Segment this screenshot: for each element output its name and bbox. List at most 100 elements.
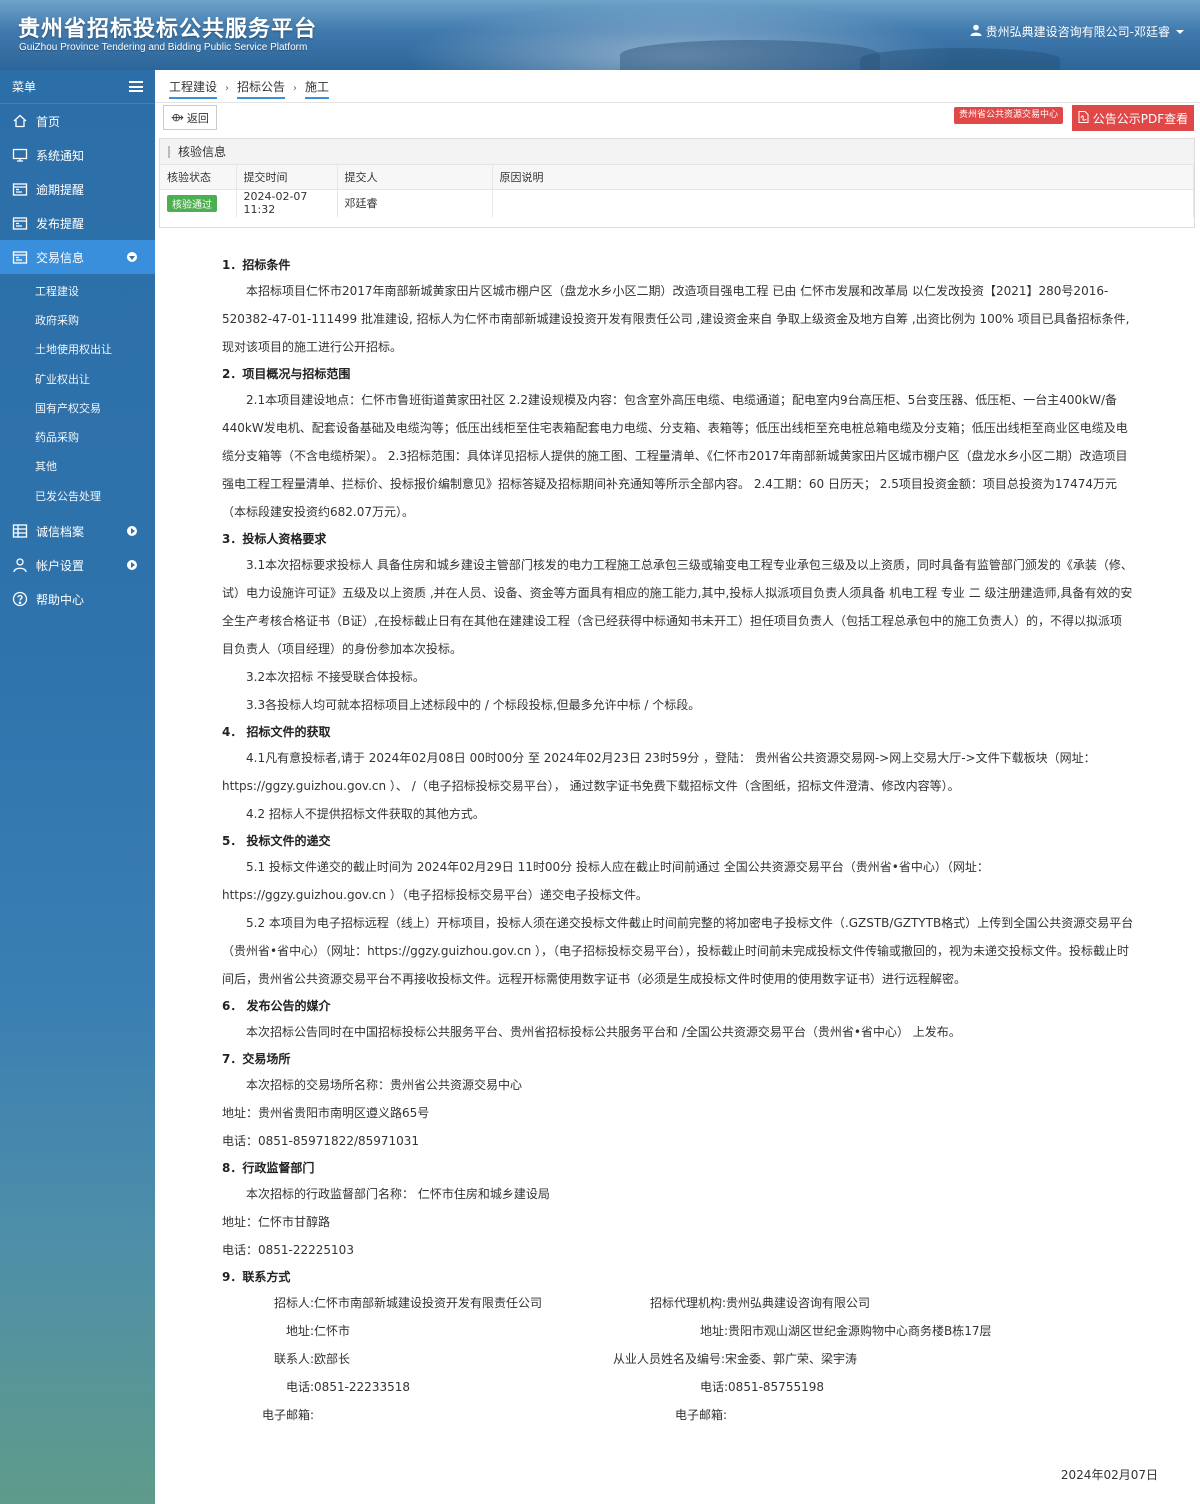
chevron-right-icon: › bbox=[225, 82, 230, 94]
agency-name: 招标代理机构:贵州弘典建设咨询有限公司 bbox=[650, 1296, 871, 1310]
status-badge: 核验通过 bbox=[167, 194, 217, 212]
reason-cell bbox=[492, 189, 1194, 217]
column-header: 提交人 bbox=[337, 165, 493, 190]
chevron-right-icon: › bbox=[293, 82, 298, 94]
submenu-item-engineering[interactable]: 工程建设 bbox=[0, 276, 155, 305]
submenu-item-land-transfer[interactable]: 土地使用权出让 bbox=[0, 335, 155, 364]
calendar-icon bbox=[12, 215, 28, 231]
paragraph: 3.1本次招标要求投标人 具备住房和城乡建设主管部门核发的电力工程施工总承包三级… bbox=[222, 558, 1133, 656]
sidebar-item-label: 诚信档案 bbox=[36, 524, 85, 539]
sidebar-item-label: 帮助中心 bbox=[36, 592, 85, 607]
paragraph: 3.3各投标人均可就本招标项目上述标段中的 / 个标段投标,但最多允许中标 / … bbox=[246, 698, 701, 712]
back-button-label: 返回 bbox=[186, 111, 209, 125]
contact-row: 地址:仁怀市 地址:贵阳市观山湖区世纪金源购物中心商务楼B栋17层 bbox=[222, 1317, 1134, 1345]
tenderer-phone: 电话:0851-22233518 bbox=[286, 1380, 410, 1394]
site-title: 贵州省招标投标公共服务平台 bbox=[18, 17, 318, 42]
notice-date: 2024年02月07日 bbox=[1060, 1468, 1158, 1482]
paragraph: 地址：仁怀市甘醇路 bbox=[222, 1215, 331, 1229]
sidebar-item-label: 发布提醒 bbox=[36, 216, 85, 231]
paragraph: 本次招标公告同时在中国招标投标公共服务平台、贵州省招标投标公共服务平台和 /全国… bbox=[246, 1025, 961, 1039]
hamburger-menu-icon[interactable] bbox=[129, 81, 143, 92]
pdf-view-button[interactable]: 公告公示PDF查看 bbox=[1072, 105, 1194, 131]
calendar-icon bbox=[12, 249, 28, 265]
pdf-button-label: 公告公示PDF查看 bbox=[1092, 111, 1189, 126]
section-title: 1．招标条件 bbox=[222, 258, 291, 272]
submenu-item-published-notices[interactable]: 已发公告处理 bbox=[0, 481, 155, 510]
submenu-item-other[interactable]: 其他 bbox=[0, 452, 155, 481]
header-background-hill bbox=[860, 48, 1060, 70]
agency-phone: 电话:0851-85755198 bbox=[700, 1380, 824, 1394]
column-header: 提交时间 bbox=[236, 165, 338, 190]
breadcrumb-item[interactable]: 工程建设 bbox=[169, 78, 218, 99]
user-name: 贵州弘典建设咨询有限公司-邓廷睿 bbox=[985, 25, 1170, 39]
help-icon bbox=[12, 591, 28, 607]
submenu-item-state-property[interactable]: 国有产权交易 bbox=[0, 393, 155, 422]
table-header-row: 核验状态 提交时间 提交人 原因说明 bbox=[160, 165, 1194, 190]
agency-address: 地址:贵阳市观山湖区世纪金源购物中心商务楼B栋17层 bbox=[700, 1324, 992, 1338]
sidebar-item-trade-info[interactable]: 交易信息 bbox=[0, 240, 155, 274]
breadcrumb-item[interactable]: 施工 bbox=[305, 78, 330, 99]
paragraph: 2.1本项目建设地点：仁怀市鲁班街道黄家田社区 2.2建设规模及内容：包含室外高… bbox=[222, 393, 1128, 519]
paragraph: 电话：0851-85971822/85971031 bbox=[222, 1134, 420, 1148]
sidebar-title: 菜单 bbox=[12, 80, 37, 94]
site-subtitle: GuiZhou Province Tendering and Bidding P… bbox=[19, 42, 308, 53]
sidebar-item-label: 系统通知 bbox=[36, 148, 85, 163]
paragraph: 地址：贵州省贵阳市南明区遵义路65号 bbox=[222, 1106, 430, 1120]
breadcrumb-item[interactable]: 招标公告 bbox=[237, 78, 286, 99]
sidebar-item-publish-reminder[interactable]: 发布提醒 bbox=[0, 206, 155, 240]
table-row: 核验通过 2024-02-07 11:32 邓廷睿 bbox=[160, 189, 1194, 217]
sidebar-item-help-center[interactable]: 帮助中心 bbox=[0, 582, 155, 616]
section-title: 7．交易场所 bbox=[222, 1052, 291, 1066]
sidebar-item-credit-archive[interactable]: 诚信档案 bbox=[0, 514, 155, 548]
sidebar: 菜单 首页 系统通知 逾期提醒 发布提醒 交易信息 工程建设 政府采购 土地使用… bbox=[0, 70, 155, 1504]
back-button[interactable]: ⟴ 返回 bbox=[163, 105, 217, 130]
sidebar-item-account-settings[interactable]: 帐户设置 bbox=[0, 548, 155, 582]
calendar-icon bbox=[12, 181, 28, 197]
main-content: 工程建设 › 招标公告 › 施工 ⟴ 返回 贵州省公共资源交易中心 公告公示PD… bbox=[155, 70, 1200, 1504]
paragraph: 4.1凡有意投标者,请于 2024年02月08日 00时00分 至 2024年0… bbox=[222, 751, 1096, 793]
section-title: 6． 发布公告的媒介 bbox=[222, 999, 331, 1013]
submenu-item-gov-procurement[interactable]: 政府采购 bbox=[0, 305, 155, 334]
sidebar-item-home[interactable]: 首页 bbox=[0, 104, 155, 138]
tenderer-email: 电子邮箱: bbox=[262, 1408, 315, 1422]
tenderer-name: 招标人:仁怀市南部新城建设投资开发有限责任公司 bbox=[274, 1296, 543, 1310]
section-title: 2．项目概况与招标范围 bbox=[222, 367, 351, 381]
section-title: 4． 招标文件的获取 bbox=[222, 725, 331, 739]
source-badge: 贵州省公共资源交易中心 bbox=[954, 107, 1064, 124]
top-header: 贵州省招标投标公共服务平台 GuiZhou Province Tendering… bbox=[0, 0, 1200, 70]
paragraph: 3.2本次招标 不接受联合体投标。 bbox=[246, 670, 425, 684]
paragraph: 5.1 投标文件递交的截止时间为 2024年02月29日 11时00分 投标人应… bbox=[222, 860, 989, 902]
chevron-right-icon bbox=[127, 560, 137, 571]
pdf-file-icon bbox=[1078, 110, 1089, 126]
verify-panel-header: 核验信息 bbox=[160, 139, 1194, 165]
sidebar-item-label: 帐户设置 bbox=[36, 558, 85, 573]
submit-time-cell: 2024-02-07 11:32 bbox=[236, 189, 338, 217]
agency-staff: 从业人员姓名及编号:宋金委、郭广荣、梁宇涛 bbox=[613, 1352, 858, 1366]
chevron-right-icon bbox=[127, 526, 137, 537]
contact-row: 联系人:欧部长 从业人员姓名及编号:宋金委、郭广荣、梁宇涛 bbox=[222, 1345, 1134, 1373]
sidebar-item-system-notice[interactable]: 系统通知 bbox=[0, 138, 155, 172]
column-header: 核验状态 bbox=[160, 165, 237, 190]
back-arrow-icon: ⟴ bbox=[171, 111, 184, 124]
sidebar-item-overdue-reminder[interactable]: 逾期提醒 bbox=[0, 172, 155, 206]
section-title: 3．投标人资格要求 bbox=[222, 532, 327, 546]
tenderer-contact: 联系人:欧部长 bbox=[274, 1352, 351, 1366]
home-icon bbox=[12, 113, 28, 129]
verify-table: 核验状态 提交时间 提交人 原因说明 核验通过 2024-02-07 11:32… bbox=[160, 165, 1194, 217]
contact-row: 电话:0851-22233518 电话:0851-85755198 bbox=[222, 1373, 1134, 1401]
user-menu[interactable]: 贵州弘典建设咨询有限公司-邓廷睿 bbox=[970, 23, 1184, 40]
user-icon bbox=[12, 557, 28, 573]
sidebar-header: 菜单 bbox=[0, 70, 155, 104]
monitor-icon bbox=[12, 147, 28, 163]
verify-panel: 核验信息 核验状态 提交时间 提交人 原因说明 核验通过 2024-02-07 … bbox=[159, 138, 1195, 228]
agency-email: 电子邮箱: bbox=[675, 1408, 728, 1422]
divider bbox=[155, 102, 1200, 103]
paragraph: 4.2 招标人不提供招标文件获取的其他方式。 bbox=[246, 807, 485, 821]
sidebar-submenu: 工程建设 政府采购 土地使用权出让 矿业权出让 国有产权交易 药品采购 其他 已… bbox=[0, 274, 155, 514]
paragraph: 5.2 本项目为电子招标远程（线上）开标项目，投标人须在递交投标文件截止时间前完… bbox=[222, 916, 1134, 986]
paragraph: 本招标项目仁怀市2017年南部新城黄家田片区城市棚户区（盘龙水乡小区二期）改造项… bbox=[222, 284, 1130, 354]
submenu-item-drug-procurement[interactable]: 药品采购 bbox=[0, 422, 155, 451]
tenderer-address: 地址:仁怀市 bbox=[286, 1324, 351, 1338]
submenu-item-mining-rights[interactable]: 矿业权出让 bbox=[0, 364, 155, 393]
section-title: 8．行政监督部门 bbox=[222, 1161, 315, 1175]
